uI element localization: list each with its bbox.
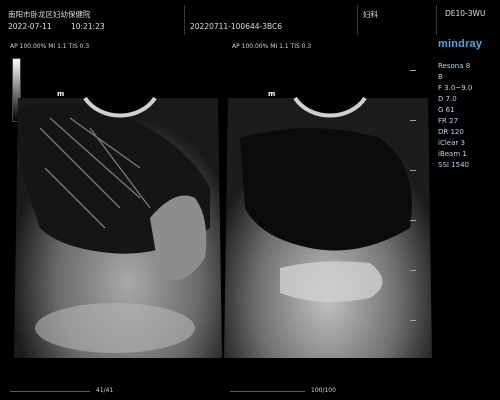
param-ibeam: iBeam 1 bbox=[438, 150, 467, 158]
depth-ruler bbox=[410, 70, 420, 340]
param-gain: G 61 bbox=[438, 106, 455, 114]
param-model: Resona 8 bbox=[438, 62, 471, 70]
exam-id: 20220711-100644-3BC6 bbox=[190, 22, 283, 31]
right-cine-bar bbox=[230, 391, 305, 392]
param-frame-rate: FR 27 bbox=[438, 117, 459, 125]
param-mode: B bbox=[438, 73, 443, 81]
param-frequency: F 3.0~9.0 bbox=[438, 84, 473, 92]
header-divider-left bbox=[184, 5, 185, 35]
param-dynamic-range: DR 120 bbox=[438, 128, 464, 136]
header-divider-right bbox=[357, 5, 358, 35]
institution-name: 南阳市卧龙区妇幼保健院 bbox=[8, 10, 91, 19]
mindray-logo: mindray bbox=[438, 38, 483, 50]
right-ultrasound-image bbox=[224, 96, 432, 358]
param-iclear: iClear 3 bbox=[438, 139, 465, 147]
exam-time: 10:21:23 bbox=[71, 22, 105, 31]
param-ssi: SSI 1540 bbox=[438, 161, 469, 169]
left-ultrasound-image bbox=[14, 96, 222, 358]
left-cine-counter: 41/41 bbox=[96, 387, 114, 394]
department-label: 妇科 bbox=[363, 10, 378, 19]
left-image-info: AP 100.00% MI 1.1 TIS 0.3 bbox=[10, 43, 90, 50]
right-marker: m bbox=[268, 90, 276, 98]
probe-label: DE10-3WU bbox=[445, 9, 486, 18]
parameter-panel: Resona 8 B F 3.0~9.0 D 7.0 G 61 FR 27 DR… bbox=[438, 61, 498, 171]
right-cine-counter: 100/100 bbox=[311, 387, 336, 394]
param-depth: D 7.0 bbox=[438, 95, 457, 103]
exam-date: 2022-07-11 bbox=[8, 22, 52, 31]
right-image-info: AP 100.00% MI 1.1 TIS 0.3 bbox=[232, 43, 312, 50]
header-divider-probe bbox=[436, 5, 437, 35]
left-marker: m bbox=[57, 90, 65, 98]
left-cine-bar bbox=[10, 391, 90, 392]
